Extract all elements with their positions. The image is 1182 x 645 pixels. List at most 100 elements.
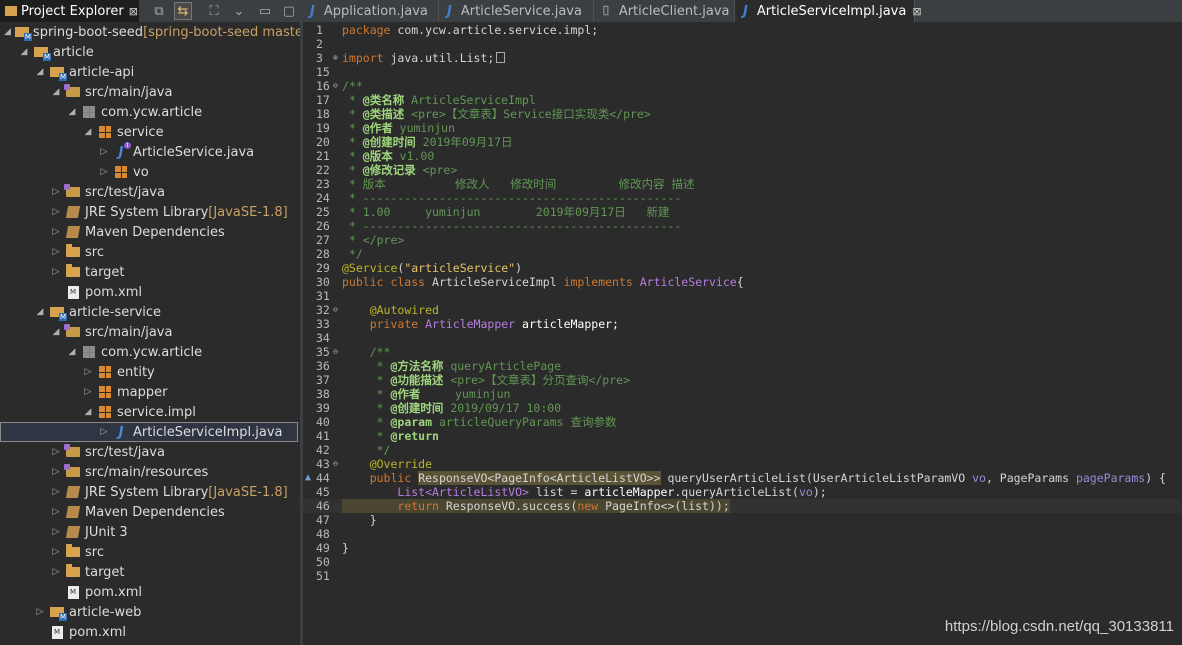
collapse-arrow-icon[interactable]: ▷	[51, 547, 61, 557]
tree-item[interactable]: ◢ spring-boot-seed [spring-boot-seed mas…	[0, 22, 300, 42]
tree-item[interactable]: ◢ src/main/java	[0, 322, 300, 342]
collapse-all-icon[interactable]: ⧉	[150, 2, 168, 20]
expand-arrow-icon[interactable]: ◢	[67, 107, 77, 117]
collapse-arrow-icon[interactable]: ▷	[51, 227, 61, 237]
collapse-arrow-icon[interactable]: ▷	[51, 267, 61, 277]
expand-arrow-icon[interactable]: ◢	[67, 347, 77, 357]
expand-arrow-icon[interactable]: ◢	[4, 27, 11, 37]
tree-item[interactable]: ▷ target	[0, 562, 300, 582]
code-line: 36 * @方法名称 queryArticlePage	[316, 359, 562, 373]
collapse-arrow-icon[interactable]: ▷	[99, 147, 109, 157]
source-folder-icon	[64, 464, 81, 479]
tree-item[interactable]: ▷ Maven Dependencies	[0, 222, 300, 242]
fold-icon[interactable]: ⊖	[333, 79, 338, 93]
collapse-arrow-icon[interactable]: ▷	[51, 527, 61, 537]
project-explorer-tab[interactable]: Project Explorer ⊠	[0, 0, 139, 22]
tab-application[interactable]: J Application.java	[302, 0, 439, 22]
tree-item[interactable]: ▷ src/test/java	[0, 442, 300, 462]
package-icon	[97, 365, 113, 379]
project-icon	[49, 305, 67, 321]
collapse-arrow-icon[interactable]: ▷	[51, 207, 61, 217]
package-icon	[97, 405, 113, 419]
fold-icon[interactable]: ⊕	[333, 51, 338, 65]
watermark: https://blog.csdn.net/qq_30133811	[944, 618, 1174, 635]
tree-item[interactable]: ▷ src	[0, 242, 300, 262]
tree-item[interactable]: M pom.xml	[0, 622, 300, 642]
tab-article-service-impl[interactable]: J ArticleServiceImpl.java ⊠	[735, 0, 922, 22]
collapse-arrow-icon[interactable]: ▷	[35, 607, 45, 617]
focus-icon[interactable]: ⛶	[205, 2, 223, 20]
expand-arrow-icon[interactable]: ◢	[35, 307, 45, 317]
project-icon	[33, 45, 51, 61]
code-editor[interactable]: 1 package com.ycw.article.service.impl; 2…	[303, 22, 1182, 645]
close-icon[interactable]: ⊠	[912, 5, 921, 18]
link-with-editor-icon[interactable]: ⇆	[174, 2, 192, 20]
collapse-arrow-icon[interactable]: ▷	[99, 427, 109, 437]
tree-item[interactable]: M pom.xml	[0, 582, 300, 602]
collapse-arrow-icon[interactable]: ▷	[51, 247, 61, 257]
code-line: 15	[316, 65, 330, 79]
current-code-line: 46 return ResponseVO.success(new PageInf…	[303, 499, 1182, 513]
tree-item[interactable]: ◢ article-api	[0, 62, 300, 82]
collapse-arrow-icon[interactable]: ▷	[51, 487, 61, 497]
expand-arrow-icon[interactable]: ◢	[51, 327, 61, 337]
tree-item[interactable]: ◢ com.ycw.article	[0, 342, 300, 362]
expand-arrow-icon[interactable]: ◢	[83, 127, 93, 137]
tree-item[interactable]: ◢ article	[0, 42, 300, 62]
tree-item[interactable]: ▷ src	[0, 542, 300, 562]
tree-item[interactable]: ▷ src/test/java	[0, 182, 300, 202]
code-line: 38 * @作者 yuminjun	[316, 387, 511, 401]
tree-item[interactable]: ▷ src/main/resources	[0, 462, 300, 482]
tab-article-client[interactable]: ⌷ ArticleClient.java	[594, 0, 735, 22]
expand-arrow-icon[interactable]: ◢	[51, 87, 61, 97]
tree-item[interactable]: ◢ service	[0, 122, 300, 142]
library-icon	[65, 225, 81, 239]
project-icon	[49, 65, 67, 81]
collapse-arrow-icon[interactable]: ▷	[51, 567, 61, 577]
code-line: 47 }	[316, 513, 377, 527]
minimize-icon[interactable]: ▭	[256, 2, 274, 20]
fold-icon[interactable]: ⊖	[333, 345, 338, 359]
code-line: 42 */	[316, 443, 391, 457]
tree-item[interactable]: ▷ mapper	[0, 382, 300, 402]
code-line: 51	[316, 569, 330, 583]
code-line: 22 * @修改记录 <pre>	[316, 163, 458, 177]
collapse-arrow-icon[interactable]: ▷	[83, 387, 93, 397]
expand-arrow-icon[interactable]: ◢	[83, 407, 93, 417]
tree-item[interactable]: ▷ JRE System Library [JavaSE-1.8]	[0, 482, 300, 502]
expand-arrow-icon[interactable]: ◢	[19, 47, 29, 57]
collapse-arrow-icon[interactable]: ▷	[51, 447, 61, 457]
close-icon[interactable]: ⊠	[129, 5, 138, 18]
tab-article-service[interactable]: J ArticleService.java	[439, 0, 594, 22]
tree-item[interactable]: ◢ src/main/java	[0, 82, 300, 102]
tree-item[interactable]: ▷ JI ArticleService.java	[0, 142, 300, 162]
tree-item[interactable]: M pom.xml	[0, 282, 300, 302]
fold-icon[interactable]: ⊖	[333, 303, 338, 317]
code-line: 26 * -----------------------------------…	[316, 219, 682, 233]
collapse-arrow-icon[interactable]: ▷	[51, 507, 61, 517]
collapse-arrow-icon[interactable]: ▷	[83, 367, 93, 377]
tree-item[interactable]: ▷ entity	[0, 362, 300, 382]
maximize-icon[interactable]: ▢	[280, 2, 298, 20]
tree-item[interactable]: ◢ service.impl	[0, 402, 300, 422]
collapse-arrow-icon[interactable]: ▷	[99, 167, 109, 177]
expand-arrow-icon[interactable]: ◢	[35, 67, 45, 77]
collapse-arrow-icon[interactable]: ▷	[51, 187, 61, 197]
tree-item[interactable]: ◢ article-service	[0, 302, 300, 322]
tree-item[interactable]: ▷ target	[0, 262, 300, 282]
fold-icon[interactable]: ⊖	[333, 457, 338, 471]
tree-item[interactable]: ▷ Maven Dependencies	[0, 502, 300, 522]
package-icon	[81, 105, 97, 119]
code-line: 27 * </pre>	[316, 233, 405, 247]
tree-item[interactable]: ▷ JUnit 3	[0, 522, 300, 542]
tree-item-selected[interactable]: ▷ J ArticleServiceImpl.java	[0, 422, 298, 442]
tree-item[interactable]: ▷ article-web	[0, 602, 300, 622]
code-line: 16 ⊖/**	[316, 79, 363, 93]
tree-item[interactable]: ▷ JRE System Library [JavaSE-1.8]	[0, 202, 300, 222]
collapse-arrow-icon[interactable]: ▷	[51, 467, 61, 477]
tree-item[interactable]: ◢ com.ycw.article	[0, 102, 300, 122]
tree-item[interactable]: ▷ vo	[0, 162, 300, 182]
view-menu-icon[interactable]: ⌄	[230, 2, 248, 20]
code-line: 50	[316, 555, 330, 569]
code-line: 37 * @功能描述 <pre>【文章表】分页查询</pre>	[316, 373, 630, 387]
